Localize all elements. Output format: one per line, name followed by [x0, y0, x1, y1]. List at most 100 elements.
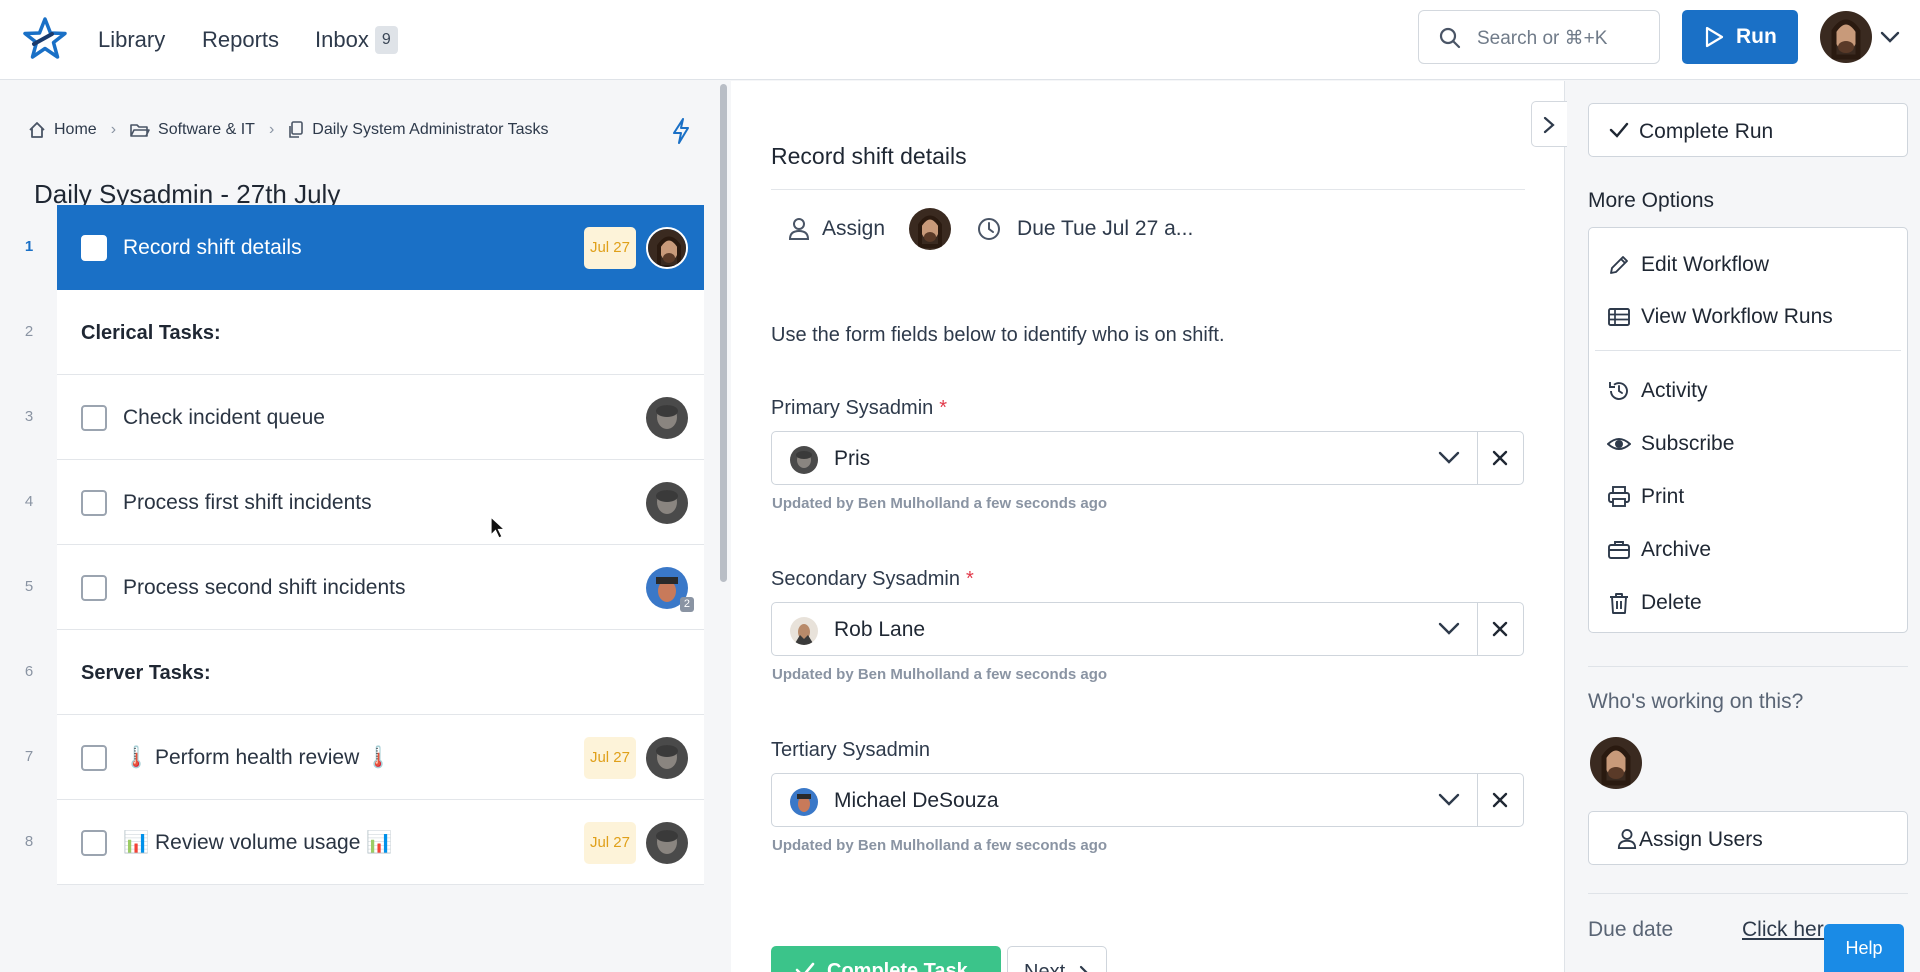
search-icon	[1439, 27, 1461, 49]
complete-task-button[interactable]: Complete Task	[771, 946, 1001, 972]
eye-icon	[1607, 438, 1631, 450]
close-icon[interactable]	[1492, 621, 1508, 637]
collapse-sidebar-button[interactable]	[1531, 101, 1567, 147]
breadcrumb-separator: ›	[268, 121, 275, 138]
home-icon	[29, 122, 45, 138]
close-icon[interactable]	[1492, 450, 1508, 466]
field-label-text: Tertiary Sysadmin	[771, 739, 930, 761]
chevron-down-icon[interactable]	[1880, 30, 1900, 44]
nav-inbox-label: Inbox	[315, 27, 369, 52]
divider	[1588, 666, 1908, 667]
task-row-process-first-shift[interactable]: 4 Process first shift incidents	[25, 460, 704, 545]
form-intro-text: Use the form fields below to identify wh…	[771, 324, 1225, 346]
task-row-review-volume-usage[interactable]: 8 📊 Review volume usage 📊 Jul 27	[25, 800, 704, 885]
search-placeholder: Search or ⌘+K	[1477, 28, 1608, 49]
task-heading: Clerical Tasks:	[81, 322, 221, 344]
breadcrumb-workflow[interactable]: Daily System Administrator Tasks	[288, 121, 548, 139]
task-label: 🌡️ Perform health review 🌡️	[123, 746, 392, 769]
user-icon	[1617, 829, 1637, 849]
menu-item-archive[interactable]: Archive	[1607, 535, 1711, 565]
assignee-avatar	[646, 397, 688, 439]
chevron-down-icon[interactable]	[1438, 621, 1460, 637]
user-avatar[interactable]	[1820, 11, 1872, 63]
menu-item-edit-workflow[interactable]: Edit Workflow	[1607, 250, 1769, 280]
working-on-this-title: Who's working on this?	[1588, 690, 1804, 713]
menu-item-label: Activity	[1641, 379, 1708, 402]
task-checkbox[interactable]	[81, 235, 107, 261]
chevron-down-icon[interactable]	[1438, 450, 1460, 466]
task-number: 2	[24, 323, 34, 340]
task-label: 📊 Review volume usage 📊	[123, 831, 393, 854]
next-button[interactable]: Next	[1007, 946, 1107, 972]
nav-library[interactable]: Library	[98, 26, 165, 54]
assignee-avatar[interactable]	[909, 208, 952, 250]
due-date-badge: Jul 27	[583, 227, 636, 269]
menu-item-delete[interactable]: Delete	[1607, 588, 1702, 618]
task-checkbox[interactable]	[81, 575, 107, 601]
due-date-text[interactable]: Due Tue Jul 27 a...	[1017, 217, 1193, 241]
nav-reports[interactable]: Reports	[202, 26, 279, 54]
breadcrumb-home-label: Home	[54, 121, 97, 138]
trash-icon	[1610, 593, 1628, 614]
task-heading-row[interactable]: 6 Server Tasks:	[25, 630, 704, 715]
folder-open-icon	[130, 124, 150, 137]
select-value: Michael DeSouza	[834, 789, 999, 812]
chevron-down-icon[interactable]	[1438, 792, 1460, 808]
more-options-menu: Edit Workflow View Workflow Runs Activit…	[1588, 227, 1908, 633]
complete-run-label: Complete Run	[1639, 120, 1774, 143]
task-number: 8	[24, 833, 34, 850]
scrollbar-thumb[interactable]	[720, 84, 727, 582]
task-meta-row: Assign Due Tue Jul 27 a...	[788, 207, 1193, 251]
breadcrumb-folder[interactable]: Software & IT	[130, 121, 255, 139]
menu-item-subscribe[interactable]: Subscribe	[1607, 429, 1734, 459]
task-checkbox[interactable]	[81, 745, 107, 771]
task-row-check-incident-queue[interactable]: 3 Check incident queue	[25, 375, 704, 460]
task-number: 3	[24, 408, 34, 425]
search-input[interactable]: Search or ⌘+K	[1418, 10, 1660, 64]
task-label: Process first shift incidents	[123, 491, 372, 514]
task-checkbox[interactable]	[81, 490, 107, 516]
assign-link[interactable]: Assign	[822, 217, 885, 241]
complete-run-button[interactable]: Complete Run	[1588, 103, 1908, 157]
select-value: Rob Lane	[834, 618, 926, 641]
divider	[1588, 893, 1908, 894]
mouse-cursor-icon	[490, 516, 506, 539]
next-button-label: Next	[1024, 961, 1066, 972]
task-number: 7	[24, 748, 34, 765]
task-checkbox[interactable]	[81, 830, 107, 856]
secondary-sysadmin-select[interactable]: Rob Lane	[771, 602, 1524, 656]
divider	[771, 189, 1525, 190]
breadcrumb-workflow-label: Daily System Administrator Tasks	[312, 121, 549, 138]
assign-users-button[interactable]: Assign Users	[1588, 811, 1908, 865]
copy-icon	[289, 121, 304, 138]
task-checkbox[interactable]	[81, 405, 107, 431]
run-button[interactable]: Run	[1682, 10, 1798, 64]
field-updated-note: Updated by Ben Mulholland a few seconds …	[772, 837, 1108, 854]
menu-item-view-workflow-runs[interactable]: View Workflow Runs	[1607, 302, 1833, 332]
task-row-record-shift-details[interactable]: 1 Record shift details Jul 27	[25, 205, 704, 290]
run-button-label: Run	[1736, 25, 1777, 48]
table-icon	[1608, 308, 1630, 326]
tertiary-sysadmin-select[interactable]: Michael DeSouza	[771, 773, 1524, 827]
working-user-avatar[interactable]	[1590, 737, 1642, 789]
app-logo-star-icon[interactable]	[22, 16, 68, 62]
nav-inbox[interactable]: Inbox 9	[315, 26, 398, 54]
lightning-bolt-icon[interactable]	[672, 118, 690, 144]
primary-sysadmin-label: Primary Sysadmin *	[771, 397, 947, 420]
task-heading: Server Tasks:	[81, 662, 211, 684]
menu-item-print[interactable]: Print	[1607, 482, 1684, 512]
task-row-process-second-shift[interactable]: 5 Process second shift incidents 2	[25, 545, 704, 630]
printer-icon	[1608, 486, 1630, 507]
close-icon[interactable]	[1492, 792, 1508, 808]
breadcrumb-home[interactable]: Home	[28, 121, 97, 139]
primary-sysadmin-select[interactable]: Pris	[771, 431, 1524, 485]
task-heading-row[interactable]: 2 Clerical Tasks:	[25, 290, 704, 375]
menu-item-label: View Workflow Runs	[1641, 305, 1833, 328]
help-button[interactable]: Help	[1824, 924, 1904, 972]
menu-item-activity[interactable]: Activity	[1607, 376, 1708, 406]
task-label: Check incident queue	[123, 406, 325, 429]
field-updated-note: Updated by Ben Mulholland a few seconds …	[772, 495, 1108, 512]
task-row-perform-health-review[interactable]: 7 🌡️ Perform health review 🌡️ Jul 27	[25, 715, 704, 800]
set-due-date-link[interactable]: Click here	[1742, 918, 1835, 942]
divider	[1477, 774, 1478, 826]
